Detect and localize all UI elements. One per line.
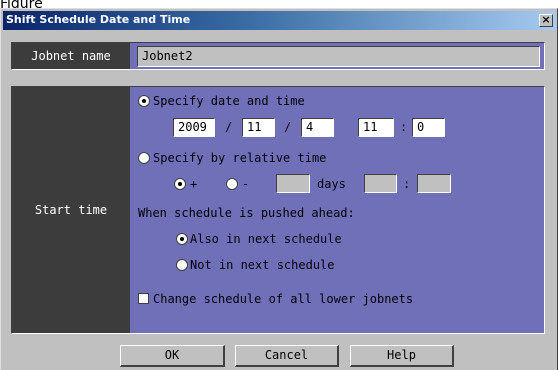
relative-minute-field[interactable] — [417, 174, 451, 193]
jobnet-name-row: Jobnet name Jobnet2 — [11, 42, 545, 70]
shift-schedule-dialog: Shift Schedule Date and Time × Jobnet na… — [0, 8, 558, 370]
title-bar[interactable]: Shift Schedule Date and Time × — [3, 11, 556, 30]
minute-field[interactable]: 0 — [412, 118, 445, 137]
cancel-button[interactable]: Cancel — [235, 345, 339, 367]
relative-hour-field[interactable] — [364, 174, 397, 193]
change-lower-label: Change schedule of all lower jobnets — [153, 292, 414, 306]
plus-radio[interactable] — [174, 178, 186, 190]
time-separator: : — [400, 120, 408, 134]
date-separator: / — [225, 120, 233, 134]
relative-time-radio[interactable] — [138, 152, 150, 164]
relative-time-separator: : — [403, 177, 411, 191]
pushed-ahead-label: When schedule is pushed ahead: — [138, 206, 355, 220]
start-time-label: Start time — [12, 87, 130, 333]
date-separator: / — [284, 120, 292, 134]
also-next-label: Also in next schedule — [190, 232, 342, 246]
not-next-label: Not in next schedule — [190, 258, 335, 272]
relative-time-label: Specify by relative time — [153, 151, 327, 165]
ok-button[interactable]: OK — [120, 345, 225, 367]
hour-field[interactable]: 11 — [358, 118, 394, 137]
start-time-row: Start time Specify date and time 2009 / … — [11, 86, 545, 334]
days-label: days — [317, 177, 346, 191]
dialog-title: Shift Schedule Date and Time — [6, 13, 191, 26]
help-button[interactable]: Help — [350, 345, 454, 367]
minus-radio[interactable] — [226, 178, 238, 190]
not-next-radio[interactable] — [176, 259, 188, 271]
jobnet-name-field[interactable]: Jobnet2 — [137, 46, 540, 67]
relative-days-field[interactable] — [276, 174, 310, 193]
also-next-radio[interactable] — [176, 233, 188, 245]
year-field[interactable]: 2009 — [173, 118, 215, 137]
plus-label: + — [190, 177, 198, 191]
day-field[interactable]: 4 — [301, 118, 334, 137]
close-button[interactable]: × — [539, 14, 553, 27]
month-field[interactable]: 11 — [242, 118, 275, 137]
specify-date-label: Specify date and time — [153, 94, 305, 108]
minus-label: - — [242, 177, 250, 191]
jobnet-name-label: Jobnet name — [12, 43, 130, 69]
specify-date-radio[interactable] — [138, 95, 150, 107]
change-lower-checkbox[interactable] — [138, 293, 149, 304]
